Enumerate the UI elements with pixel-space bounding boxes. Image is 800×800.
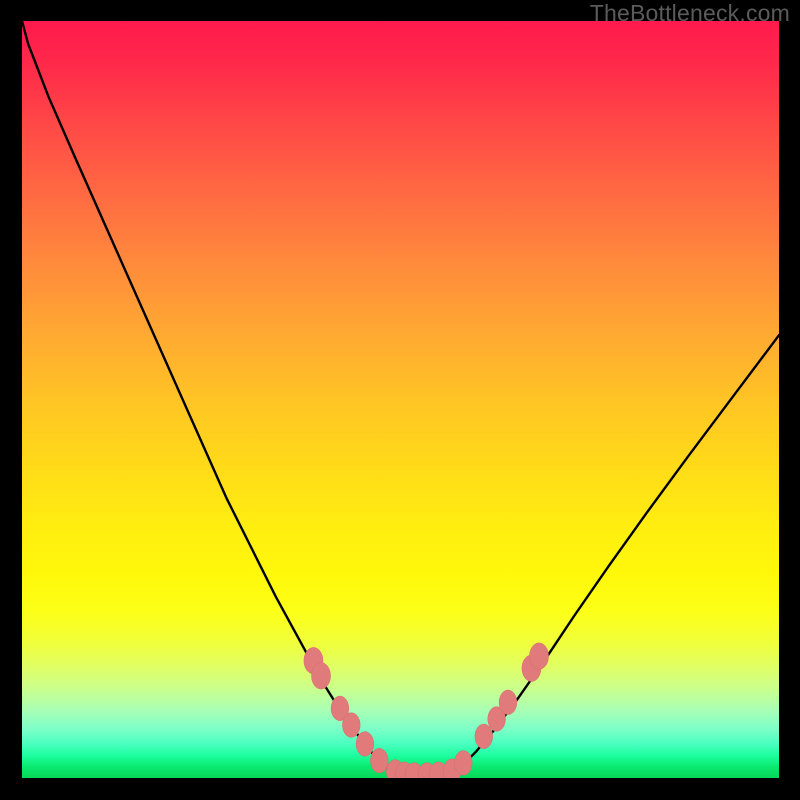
- data-marker: [370, 748, 388, 773]
- data-marker: [342, 713, 360, 738]
- data-marker: [499, 690, 517, 715]
- chart-frame: TheBottleneck.com: [0, 0, 800, 800]
- bottleneck-curve: [22, 21, 779, 776]
- plot-area: [22, 21, 779, 778]
- data-marker: [311, 663, 330, 690]
- data-marker: [475, 724, 493, 749]
- watermark-text: TheBottleneck.com: [590, 0, 790, 27]
- data-marker: [356, 732, 374, 757]
- curve-layer: [22, 21, 779, 778]
- data-marker: [454, 751, 472, 776]
- data-marker: [529, 643, 548, 670]
